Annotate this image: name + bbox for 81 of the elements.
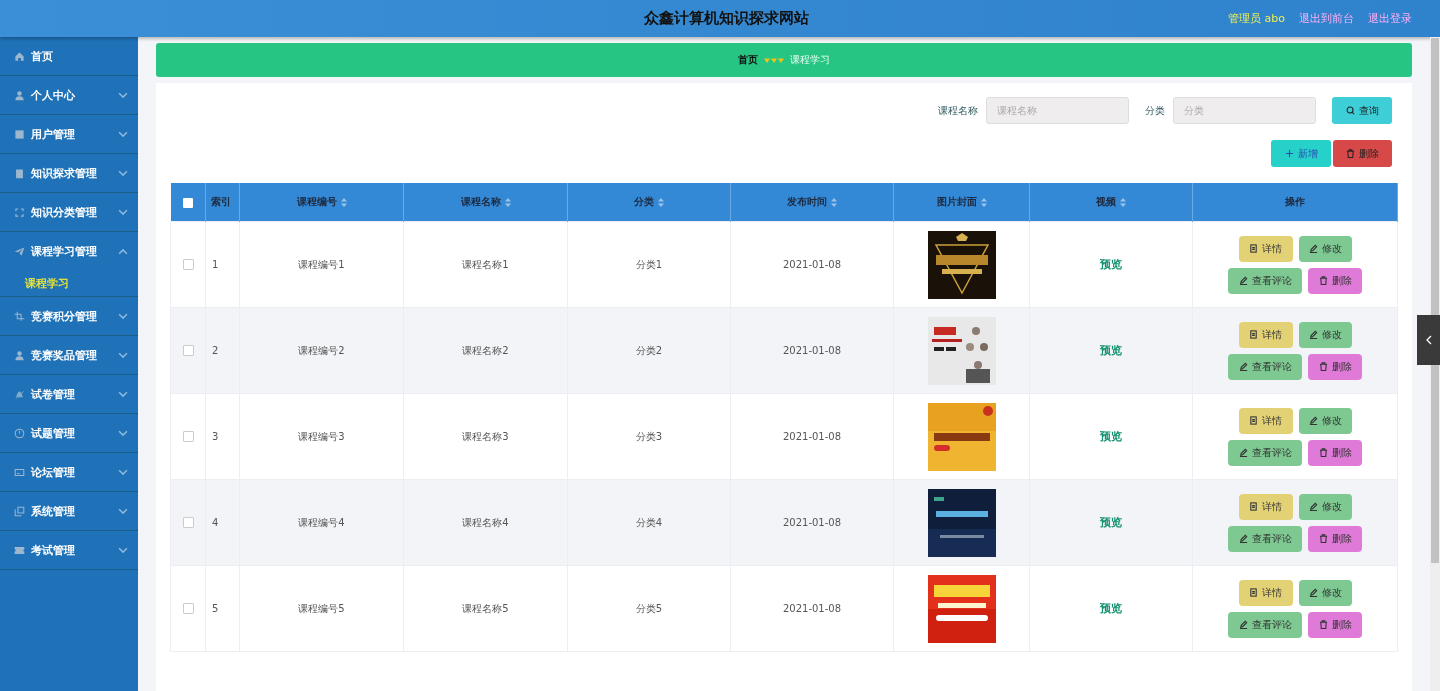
table-cell: 课程编号1 [298, 258, 345, 270]
sidebar-item[interactable]: 系统管理 [0, 492, 138, 531]
preview-link[interactable]: 预览 [1100, 344, 1122, 357]
field-label: 课程名称 [938, 103, 978, 118]
field-label: 分类 [1145, 103, 1165, 118]
table-cell: 5 [212, 603, 219, 614]
sidebar-item[interactable]: 考试管理 [0, 531, 138, 570]
view-comments-button[interactable]: 查看评论 [1228, 353, 1302, 380]
column-header[interactable]: 操作 [1285, 195, 1305, 209]
sidebar-item[interactable]: 知识分类管理 [0, 193, 138, 232]
sidebar-item[interactable]: 竞赛积分管理 [0, 297, 138, 336]
sidebar-subitem[interactable]: 课程学习 [0, 270, 138, 297]
view-comments-button[interactable]: 查看评论 [1228, 525, 1302, 552]
table-cell: 2021-01-08 [782, 431, 842, 442]
table-cell: 4 [212, 517, 219, 528]
sidebar-item[interactable]: 课程学习管理 [0, 232, 138, 270]
edit-button[interactable]: 修改 [1298, 493, 1352, 520]
edit-button[interactable]: 修改 [1298, 321, 1352, 348]
column-header[interactable]: 视频 [1096, 195, 1116, 209]
column-header[interactable]: 发布时间 [787, 195, 827, 209]
table-cell: 2021-01-08 [782, 517, 842, 528]
table-cell: 1 [212, 259, 219, 270]
table-cell: 课程编号4 [298, 516, 345, 528]
view-comments-button[interactable]: 查看评论 [1228, 267, 1302, 294]
delete-button[interactable]: 删除 [1308, 525, 1362, 552]
site-title: 众鑫计算机知识探求网站 [644, 9, 809, 28]
breadcrumb-link[interactable]: 首页 [738, 53, 758, 67]
sidebar-item[interactable]: 首页 [0, 37, 138, 76]
detail-button[interactable]: 详情 [1238, 493, 1293, 520]
table-cell: 2021-01-08 [782, 259, 842, 270]
column-header[interactable]: 图片封面 [936, 195, 977, 209]
table-cell: 3 [212, 431, 219, 442]
sidebar-item[interactable]: 竞赛奖品管理 [0, 336, 138, 375]
table-cell: 课程名称4 [462, 516, 509, 528]
edit-button[interactable]: 修改 [1298, 579, 1352, 606]
table-cell: 2021-01-08 [782, 345, 842, 356]
table-cell: 分类4 [635, 516, 663, 528]
search-field[interactable]: 课程名称 [986, 97, 1129, 124]
table-cell: 分类3 [635, 430, 663, 442]
edit-button[interactable]: 修改 [1298, 407, 1352, 434]
breadcrumb-current: 课程学习 [790, 53, 830, 67]
table-cell: 课程名称1 [462, 258, 509, 270]
sidebar-item[interactable]: 试题管理 [0, 414, 138, 453]
search-button[interactable]: 查询 [1332, 97, 1392, 124]
table-cell: 分类2 [635, 344, 663, 356]
add-button[interactable]: 新增 [1271, 140, 1331, 167]
table-cell: 课程名称2 [462, 344, 509, 356]
column-header[interactable]: 课程名称 [460, 195, 501, 209]
sidebar-item[interactable]: 论坛管理 [0, 453, 138, 492]
preview-link[interactable]: 预览 [1100, 602, 1122, 615]
detail-button[interactable]: 详情 [1238, 407, 1293, 434]
table-cell: 分类1 [635, 258, 663, 270]
delete-button[interactable]: 删除 [1308, 267, 1362, 294]
user-label: 管理员 abo [1228, 11, 1285, 26]
table-cell: 分类5 [635, 602, 663, 614]
column-header[interactable]: 课程编号 [296, 195, 337, 209]
table-cell: 课程编号5 [298, 602, 345, 614]
sidebar-item[interactable]: 知识探求管理 [0, 154, 138, 193]
preview-link[interactable]: 预览 [1100, 516, 1122, 529]
view-comments-button[interactable]: 查看评论 [1228, 439, 1302, 466]
delete-button[interactable]: 删除 [1308, 439, 1362, 466]
view-comments-button[interactable]: 查看评论 [1228, 611, 1302, 638]
preview-link[interactable]: 预览 [1100, 430, 1122, 443]
sidebar-item[interactable]: 用户管理 [0, 115, 138, 154]
preview-link[interactable]: 预览 [1100, 258, 1122, 271]
table-cell: 课程编号2 [298, 344, 345, 356]
detail-button[interactable]: 详情 [1238, 235, 1293, 262]
sidebar-item[interactable]: 个人中心 [0, 76, 138, 115]
detail-button[interactable]: 详情 [1238, 579, 1293, 606]
delete-button[interactable]: 删除 [1308, 611, 1362, 638]
delete-button[interactable]: 删除 [1333, 140, 1392, 167]
column-header[interactable]: 分类 [634, 195, 654, 209]
sidebar-item[interactable]: 试卷管理 [0, 375, 138, 414]
edit-button[interactable]: 修改 [1298, 235, 1352, 262]
table-cell: 课程名称5 [462, 602, 509, 614]
table-cell: 2021-01-08 [782, 603, 842, 614]
detail-button[interactable]: 详情 [1238, 321, 1293, 348]
table-cell: 课程编号3 [298, 430, 345, 442]
table-cell: 课程名称3 [462, 430, 509, 442]
delete-button[interactable]: 删除 [1308, 353, 1362, 380]
table-cell: 2 [212, 345, 219, 356]
